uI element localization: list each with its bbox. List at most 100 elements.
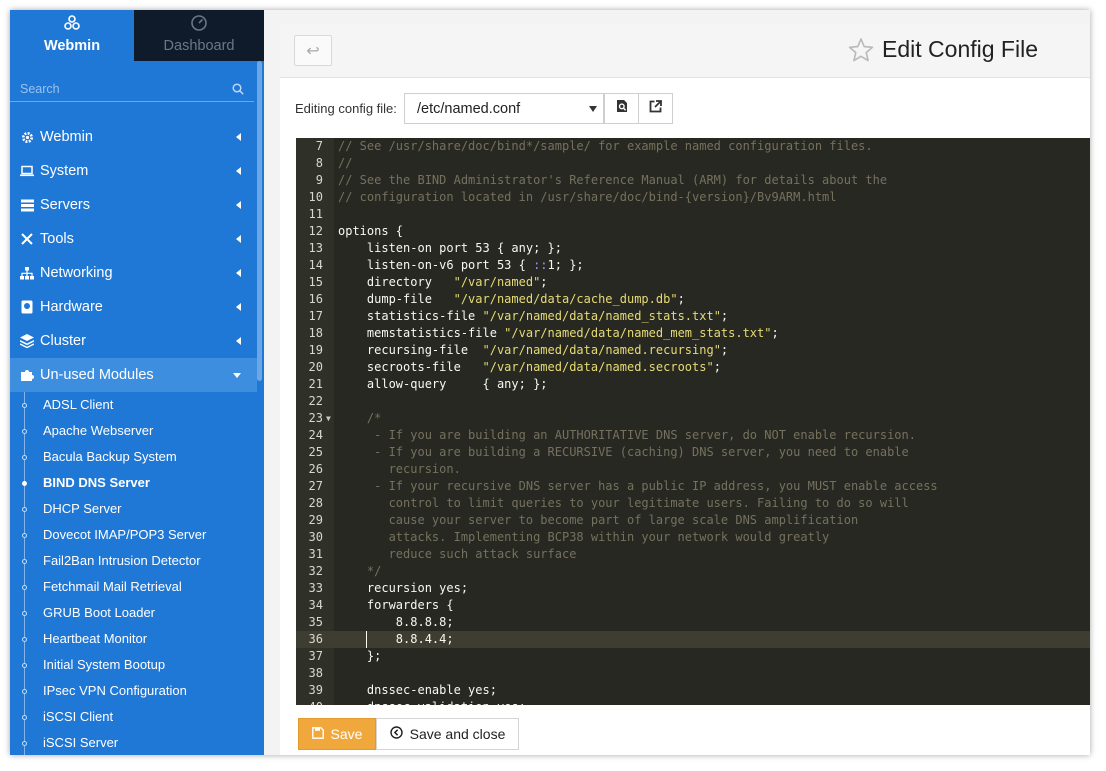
code-token: options { [338, 224, 404, 238]
fold-toggle-icon[interactable]: ▼ [326, 410, 331, 427]
code-line[interactable]: 40 dnssec-validation yes; [296, 699, 1090, 705]
sidebar-subitem[interactable]: Bacula Backup System [10, 444, 257, 470]
sidebar-subitem[interactable]: iSCSI Client [10, 704, 257, 730]
code-token: /* [338, 411, 382, 425]
tab-dashboard[interactable]: Dashboard [134, 10, 264, 61]
code-line[interactable]: 30 attacks. Implementing BCP38 within yo… [296, 529, 1090, 546]
code-token: "/var/named/data/named.secroots" [482, 360, 714, 374]
code-line[interactable]: 32 */ [296, 563, 1090, 580]
code-line[interactable]: 14 listen-on-v6 port 53 { ::1; }; [296, 257, 1090, 274]
code-line[interactable]: 17 statistics-file "/var/named/data/name… [296, 308, 1090, 325]
sidebar-subitem-label: iSCSI Server [43, 735, 119, 750]
code-token: // configuration located in /usr/share/d… [338, 190, 837, 204]
sidebar-subitem-label: Bacula Backup System [43, 449, 177, 464]
code-token: forwarders { [338, 598, 454, 612]
sidebar-item-unused-modules[interactable]: Un-used Modules [10, 358, 257, 392]
view-file-button[interactable] [604, 93, 639, 124]
code-line[interactable]: 8 // [296, 155, 1090, 172]
code-line[interactable]: 27 - If your recursive DNS server has a … [296, 478, 1090, 495]
code-line[interactable]: 22 [296, 393, 1090, 410]
code-line[interactable]: 28 control to limit queries to your legi… [296, 495, 1090, 512]
line-number: 12 [308, 224, 323, 238]
sidebar-subitem-label: Heartbeat Monitor [43, 631, 148, 646]
bullet-icon [22, 689, 27, 694]
sidebar-item-webmin[interactable]: Webmin [10, 120, 257, 154]
sidebar-item-label: Tools [40, 231, 74, 247]
save-button[interactable]: Save [298, 718, 376, 750]
line-number: 40 [296, 699, 323, 705]
save-button-label: Save [330, 726, 363, 742]
tab-webmin[interactable]: Webmin [10, 10, 134, 61]
code-line[interactable]: 21 allow-query { any; }; [296, 376, 1090, 393]
code-line[interactable]: 16 dump-file "/var/named/data/cache_dump… [296, 291, 1090, 308]
code-line[interactable]: 37 }; [296, 648, 1090, 665]
code-token: "/var/named/data/named_stats.txt" [482, 309, 721, 323]
code-token: allow-query { any; }; [338, 377, 548, 391]
sidebar-subitem[interactable]: Dovecot IMAP/POP3 Server [10, 522, 257, 548]
open-external-button[interactable] [638, 93, 673, 124]
back-button[interactable]: ↩ [294, 35, 332, 66]
code-line[interactable]: 9 // See the BIND Administrator's Referen… [296, 172, 1090, 189]
code-line[interactable]: 11 [296, 206, 1090, 223]
line-number: 21 [308, 377, 323, 391]
sidebar-item-label: System [40, 163, 89, 179]
code-line[interactable]: 19 recursing-file "/var/named/data/named… [296, 342, 1090, 359]
code-line[interactable]: 10 // configuration located in /usr/share… [296, 189, 1090, 206]
sidebar-subitem[interactable]: IPsec VPN Configuration [10, 678, 257, 704]
sidebar-subitem[interactable]: iSCSI Server [10, 730, 257, 755]
favorite-star-icon[interactable] [848, 37, 874, 68]
code-line[interactable]: 29 cause your server to become part of l… [296, 512, 1090, 529]
sidebar-subitem[interactable]: Fetchmail Mail Retrieval [10, 574, 257, 600]
text-cursor [366, 631, 367, 648]
code-line[interactable]: 15 directory "/var/named"; [296, 274, 1090, 291]
code-token: listen-on port 53 { any; }; [338, 241, 562, 255]
sidebar-item-servers[interactable]: Servers [10, 188, 257, 222]
code-line[interactable]: 38 [296, 665, 1090, 682]
sidebar-item-networking[interactable]: Networking [10, 256, 257, 290]
code-line[interactable]: 26 recursion. [296, 461, 1090, 478]
code-line[interactable]: 25 - If you are building a RECURSIVE (ca… [296, 444, 1090, 461]
code-line[interactable]: 39 dnssec-enable yes; [296, 682, 1090, 699]
sidebar-item-tools[interactable]: Tools [10, 222, 257, 256]
code-editor[interactable]: 7 // See /usr/share/doc/bind*/sample/ for… [296, 138, 1090, 705]
bullet-icon [22, 663, 27, 668]
code-line[interactable]: 35 8.8.8.8; [296, 614, 1090, 631]
code-token: memstatistics-file [338, 326, 505, 340]
sidebar-item-cluster[interactable]: Cluster [10, 324, 257, 358]
sidebar-subitem-current[interactable]: BIND DNS Server [10, 470, 257, 496]
caret-left-icon [236, 201, 241, 209]
sidebar-subitem[interactable]: DHCP Server [10, 496, 257, 522]
sidebar-item-system[interactable]: System [10, 154, 257, 188]
sidebar-subitem[interactable]: Fail2Ban Intrusion Detector [10, 548, 257, 574]
caret-left-icon [236, 167, 241, 175]
line-number: 17 [308, 309, 323, 323]
save-and-close-button[interactable]: Save and close [376, 718, 519, 750]
laptop-icon [19, 163, 35, 179]
code-line[interactable]: 13 listen-on port 53 { any; }; [296, 240, 1090, 257]
code-text: // See /usr/share/doc/bind*/sample/ for … [338, 138, 873, 155]
code-line[interactable]: 33 recursion yes; [296, 580, 1090, 597]
code-line[interactable]: 24 - If you are building an AUTHORITATIV… [296, 427, 1090, 444]
sidebar-item-hardware[interactable]: Hardware [10, 290, 257, 324]
code-text: allow-query { any; }; [338, 376, 548, 393]
bullet-icon [22, 403, 27, 408]
search-input[interactable]: Search [10, 76, 254, 102]
sidebar-subitem[interactable]: Heartbeat Monitor [10, 626, 257, 652]
code-line[interactable]: 12 options { [296, 223, 1090, 240]
code-line[interactable]: 23 ▼ /* [296, 410, 1090, 427]
sidebar-subitem[interactable]: Initial System Bootup [10, 652, 257, 678]
code-line[interactable]: 7 // See /usr/share/doc/bind*/sample/ for… [296, 138, 1090, 155]
sidebar-subitem[interactable]: GRUB Boot Loader [10, 600, 257, 626]
sidebar-scrollbar[interactable] [257, 61, 262, 381]
code-line[interactable]: 31 reduce such attack surface [296, 546, 1090, 563]
config-file-select[interactable]: /etc/named.conf [404, 93, 604, 124]
sidebar-subitem[interactable]: ADSL Client [10, 392, 257, 418]
code-line[interactable]: 36 8.8.4.4; [296, 631, 1090, 648]
code-line[interactable]: 20 secroots-file "/var/named/data/named.… [296, 359, 1090, 376]
search-icon[interactable] [232, 82, 244, 100]
code-text: control to limit queries to your legitim… [338, 495, 909, 512]
code-line[interactable]: 18 memstatistics-file "/var/named/data/n… [296, 325, 1090, 342]
sidebar-subitem[interactable]: Apache Webserver [10, 418, 257, 444]
code-text: recursion. [338, 461, 461, 478]
code-line[interactable]: 34 forwarders { [296, 597, 1090, 614]
